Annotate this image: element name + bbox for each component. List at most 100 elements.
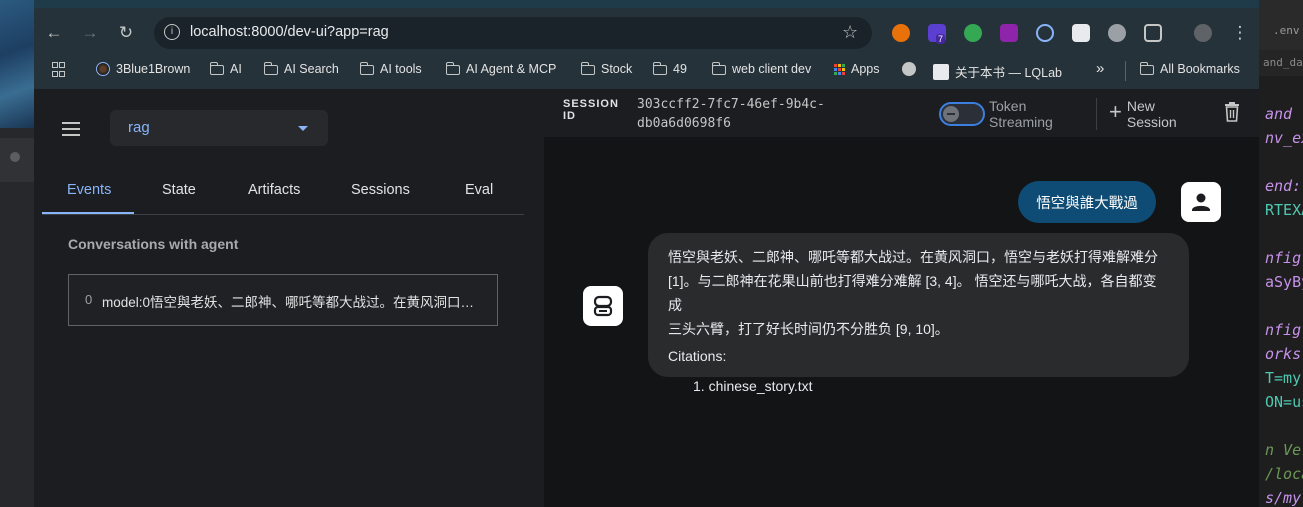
- code-line: s/my-: [1265, 489, 1303, 507]
- bookmark-item[interactable]: 3Blue1Brown: [96, 62, 190, 76]
- bookmark-label: All Bookmarks: [1160, 62, 1240, 76]
- extension-green-icon[interactable]: [964, 24, 982, 42]
- 3b1b-icon: [96, 62, 110, 76]
- session-id-label: SESSION ID: [563, 98, 619, 122]
- code-line: orks: [1265, 345, 1302, 363]
- bookmark-label: web client dev: [732, 62, 812, 76]
- code-line: nfig: [1265, 249, 1302, 267]
- bookmark-folder[interactable]: web client dev: [711, 62, 812, 76]
- address-bar[interactable]: i localhost:8000/dev-ui?app=rag ☆: [154, 17, 872, 49]
- event-text: model:0悟空與老妖、二郎神、哪吒等都大战过。在黄风洞口，悟空与老妖打得难解…: [102, 295, 482, 310]
- folder-icon: [711, 62, 726, 75]
- editor-tab-2-label: and_da: [1263, 56, 1303, 69]
- user-avatar: [1181, 182, 1221, 222]
- arrow-right-icon: →: [81, 23, 99, 42]
- code-line: n Ver: [1265, 441, 1303, 459]
- editor-tab-2[interactable]: and_da: [1259, 50, 1303, 76]
- all-bookmarks-folder[interactable]: All Bookmarks: [1139, 62, 1240, 76]
- bookmark-item[interactable]: [902, 62, 916, 76]
- app-select-value: rag: [128, 119, 150, 136]
- bookmark-item[interactable]: 关于本书 — LQLab: [933, 62, 1062, 81]
- plus-icon: +: [1109, 99, 1122, 124]
- bookmark-label: 49: [673, 62, 687, 76]
- bookmark-label: Stock: [601, 62, 633, 76]
- bookmark-folder[interactable]: AI tools: [359, 62, 422, 76]
- bookmark-star-icon[interactable]: ☆: [842, 22, 858, 43]
- caret-down-icon: [298, 126, 308, 131]
- profile-avatar[interactable]: [1194, 24, 1212, 42]
- citation-item[interactable]: 1. chinese_story.txt: [693, 374, 1169, 398]
- toggle-knob: [943, 106, 959, 122]
- extension-purple-icon[interactable]: 7: [928, 24, 946, 44]
- tab-sessions[interactable]: Sessions: [351, 182, 410, 198]
- bot-message-line: 三头六臂，打了好长时间仍不分胜负 [9, 10]。: [668, 321, 949, 337]
- bot-message-bubble: 悟空與老妖、二郎神、哪吒等都大战过。在黄风洞口，悟空与老妖打得难解难分 [1]。…: [648, 233, 1189, 394]
- code-line: end:: [1265, 177, 1302, 195]
- header-divider: [1096, 98, 1097, 130]
- window-control-dot: [10, 152, 20, 162]
- tab-artifacts[interactable]: Artifacts: [248, 182, 300, 198]
- new-session-button[interactable]: + New Session: [1109, 98, 1187, 130]
- event-index: 0: [85, 292, 93, 307]
- bookmark-item[interactable]: Apps: [834, 62, 880, 76]
- folder-icon: [209, 62, 224, 75]
- extension-orange-icon[interactable]: [892, 24, 910, 42]
- bookmark-folder[interactable]: 49: [652, 62, 687, 76]
- react-devtools-icon[interactable]: [1036, 24, 1054, 42]
- bookmarks-divider: [1125, 61, 1126, 81]
- apps-grid-icon: [834, 63, 845, 75]
- person-icon: [1192, 193, 1210, 211]
- new-session-label: New Session: [1126, 98, 1177, 130]
- side-tabs: Events State Artifacts Sessions Eval: [42, 174, 524, 215]
- bookmark-label: AI Agent & MCP: [466, 62, 557, 76]
- browser-menu-button[interactable]: ⋮: [1226, 19, 1254, 47]
- reload-icon: ↻: [118, 23, 134, 42]
- reload-button[interactable]: ↻: [112, 19, 140, 47]
- extensions-puzzle-icon[interactable]: [1144, 24, 1162, 42]
- bookmark-folder[interactable]: AI Search: [263, 62, 339, 76]
- code-line: /loca: [1265, 465, 1303, 483]
- extension-badge: 7: [936, 34, 946, 44]
- extension-gray-icon[interactable]: [1108, 24, 1126, 42]
- bookmark-label: 关于本书 — LQLab: [955, 66, 1062, 80]
- bookmark-label: AI: [230, 62, 242, 76]
- token-streaming-toggle[interactable]: [939, 102, 985, 126]
- conversations-title: Conversations with agent: [68, 236, 239, 252]
- chat-panel: SESSION ID 303ccff2-7fc7-46ef-9b4c-db0a6…: [544, 90, 1259, 507]
- apps-grid-icon[interactable]: [52, 62, 65, 77]
- url-text[interactable]: localhost:8000/dev-ui?app=rag: [190, 24, 389, 40]
- site-info-icon[interactable]: i: [164, 24, 180, 40]
- tab-events[interactable]: Events: [67, 182, 111, 198]
- bookmark-folder[interactable]: AI: [209, 62, 242, 76]
- bot-avatar: [583, 286, 623, 326]
- tab-eval[interactable]: Eval: [465, 182, 493, 198]
- extension-white-icon[interactable]: [1072, 24, 1090, 42]
- folder-icon: [263, 62, 278, 75]
- wallpaper-image: [0, 0, 34, 128]
- code-line: RTEXA: [1265, 201, 1303, 219]
- bookmarks-overflow-button[interactable]: »: [1096, 60, 1104, 77]
- app-select[interactable]: rag: [110, 110, 328, 146]
- event-list-item[interactable]: 0 model:0悟空與老妖、二郎神、哪吒等都大战过。在黄风洞口，悟空与老妖打得…: [68, 274, 498, 326]
- code-editor-window: .env and_da and nv_ex end: RTEXA nfig aS…: [1259, 0, 1303, 507]
- code-line: T=my-: [1265, 369, 1303, 387]
- globe-icon: [902, 62, 916, 76]
- bookmark-folder[interactable]: AI Agent & MCP: [445, 62, 557, 76]
- trash-icon: [1225, 102, 1239, 122]
- citations-label: Citations:: [668, 348, 727, 364]
- editor-tab[interactable]: .env: [1259, 0, 1303, 51]
- bookmark-label: AI Search: [284, 62, 339, 76]
- forward-button[interactable]: →: [76, 19, 104, 47]
- folder-icon: [359, 62, 374, 75]
- extension-violet-icon[interactable]: [1000, 24, 1018, 42]
- back-button[interactable]: ←: [40, 19, 68, 47]
- folder-icon: [1139, 62, 1154, 75]
- bookmark-label: Apps: [851, 62, 880, 76]
- tab-state[interactable]: State: [162, 182, 196, 198]
- delete-session-button[interactable]: [1224, 102, 1240, 127]
- bookmark-folder[interactable]: Stock: [580, 62, 633, 76]
- folder-icon: [652, 62, 667, 75]
- session-header: SESSION ID 303ccff2-7fc7-46ef-9b4c-db0a6…: [544, 90, 1259, 137]
- code-line: nfig: [1265, 321, 1302, 339]
- menu-icon[interactable]: [62, 122, 80, 140]
